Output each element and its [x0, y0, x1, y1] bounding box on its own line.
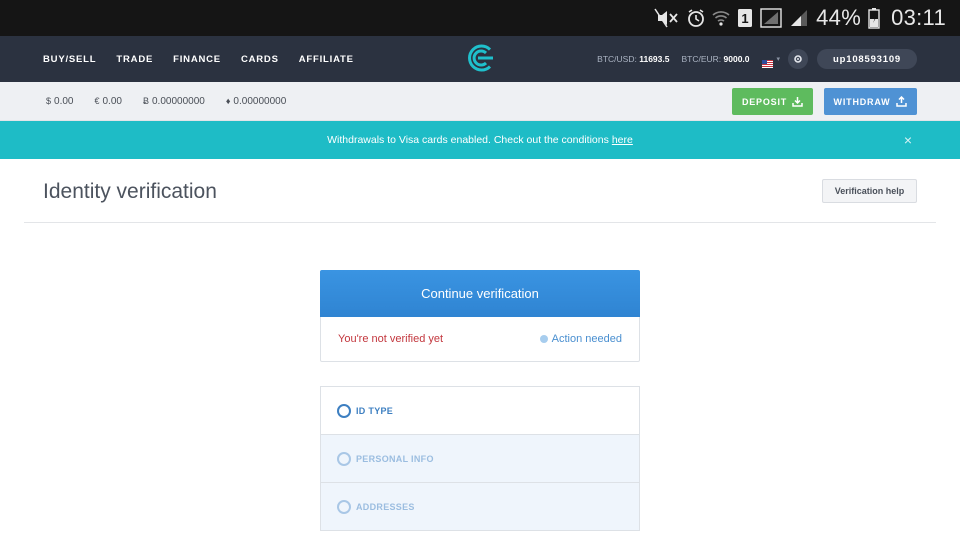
nav-link-cards[interactable]: CARDS — [241, 54, 279, 65]
step-label: ID TYPE — [356, 405, 394, 416]
user-id-button[interactable]: up108593109 — [817, 49, 917, 69]
settings-button[interactable] — [788, 49, 809, 69]
sim-number: 1 — [742, 11, 749, 26]
us-flag-icon[interactable] — [761, 55, 773, 68]
verification-steps: ID TYPE PERSONAL INFO ADDRESSES — [320, 386, 640, 531]
step-addresses[interactable]: ADDRESSES — [321, 483, 639, 531]
balance-usd[interactable]: $0.00 — [46, 96, 73, 107]
nav-link-buy-sell[interactable]: BUY/SELL — [43, 54, 96, 65]
verification-status: You're not verified yet Action needed — [321, 317, 639, 361]
signal-icon — [760, 8, 782, 28]
btc-eur-rate: BTC/EUR: 9000.0 — [681, 54, 749, 64]
action-needed-text: Action needed — [551, 333, 622, 345]
balances-bar: $0.00 €0.00 Ƀ 0.00000000 ♦ 0.00000000 DEPO… — [0, 82, 960, 121]
top-navigation: BUY/SELL TRADE FINANCE CARDS AFFILIATE B… — [0, 36, 960, 82]
sim-1-icon: 1 — [737, 8, 753, 28]
status-dot-icon — [539, 335, 548, 343]
status-icons: 1 44% 03:11 — [654, 0, 946, 36]
divider — [24, 222, 936, 223]
notice-banner: Withdrawals to Visa cards enabled. Check… — [0, 121, 960, 159]
nav-link-affiliate[interactable]: AFFILIATE — [299, 54, 354, 65]
eur-symbol: € — [94, 96, 100, 106]
not-verified-text: You're not verified yet — [338, 333, 444, 345]
action-needed-status: Action needed — [539, 333, 622, 345]
verification-help-button[interactable]: Verification help — [822, 179, 917, 203]
radio-circle-icon — [337, 403, 351, 418]
continue-verification-button[interactable]: Continue verification — [320, 270, 640, 317]
chevron-down-icon[interactable]: ▾ — [777, 55, 781, 63]
nav-right: BTC/USD: 11693.5 BTC/EUR: 9000.0 ▾ up108… — [597, 36, 917, 82]
battery-percent: 44% — [816, 5, 862, 30]
wifi-icon — [712, 8, 730, 28]
step-id-type[interactable]: ID TYPE — [321, 387, 639, 435]
radio-circle-icon — [337, 451, 351, 466]
upload-icon — [896, 96, 908, 107]
step-label: PERSONAL INFO — [356, 453, 434, 464]
withdraw-button[interactable]: WITHDRAW — [824, 88, 917, 115]
step-label: ADDRESSES — [356, 501, 415, 512]
balance-actions: DEPOSIT WITHDRAW — [732, 88, 917, 115]
balance-eth[interactable]: ♦ 0.00000000 — [226, 96, 286, 107]
alarm-icon — [687, 8, 705, 28]
balance-btc[interactable]: Ƀ 0.00000000 — [143, 96, 205, 107]
btc-usd-rate: BTC/USD: 11693.5 — [597, 54, 669, 64]
android-status-bar: 1 44% 03:11 — [0, 0, 960, 36]
rate-label: BTC/EUR: — [681, 54, 722, 64]
nav-link-finance[interactable]: FINANCE — [173, 54, 221, 65]
withdraw-label: WITHDRAW — [833, 96, 891, 107]
deposit-label: DEPOSIT — [741, 96, 788, 107]
notice-link[interactable]: here — [612, 134, 633, 146]
verification-card: Continue verification You're not verifie… — [320, 270, 640, 362]
balance-value: 0.00 — [102, 96, 122, 107]
nav-links: BUY/SELL TRADE FINANCE CARDS AFFILIATE — [43, 36, 354, 82]
signal-icon — [789, 8, 809, 28]
close-icon[interactable]: × — [902, 133, 914, 147]
page-title: Identity verification — [43, 180, 217, 203]
btc-symbol: Ƀ — [142, 96, 149, 106]
balance-value: 0.00 — [54, 96, 74, 107]
balance-eur[interactable]: €0.00 — [94, 96, 121, 107]
eth-symbol: ♦ — [225, 96, 231, 106]
rate-value: 9000.0 — [723, 54, 750, 64]
rate-label: BTC/USD: — [597, 54, 637, 64]
nav-link-trade[interactable]: TRADE — [116, 54, 153, 65]
notice-text: Withdrawals to Visa cards enabled. Check… — [327, 134, 609, 146]
usd-symbol: $ — [46, 96, 52, 106]
clock: 03:11 — [891, 5, 946, 30]
balance-value: 0.00000000 — [233, 96, 287, 107]
gear-icon — [794, 55, 802, 63]
balance-value: 0.00000000 — [151, 96, 205, 107]
download-icon — [792, 97, 803, 107]
cex-logo-icon[interactable] — [466, 43, 496, 73]
rate-value: 11693.5 — [639, 54, 670, 64]
balances: $0.00 €0.00 Ƀ 0.00000000 ♦ 0.00000000 — [46, 82, 286, 121]
mute-icon — [654, 8, 680, 28]
step-personal-info[interactable]: PERSONAL INFO — [321, 435, 639, 483]
radio-circle-icon — [337, 499, 351, 514]
deposit-button[interactable]: DEPOSIT — [732, 88, 813, 115]
battery-charging-icon — [868, 7, 880, 29]
